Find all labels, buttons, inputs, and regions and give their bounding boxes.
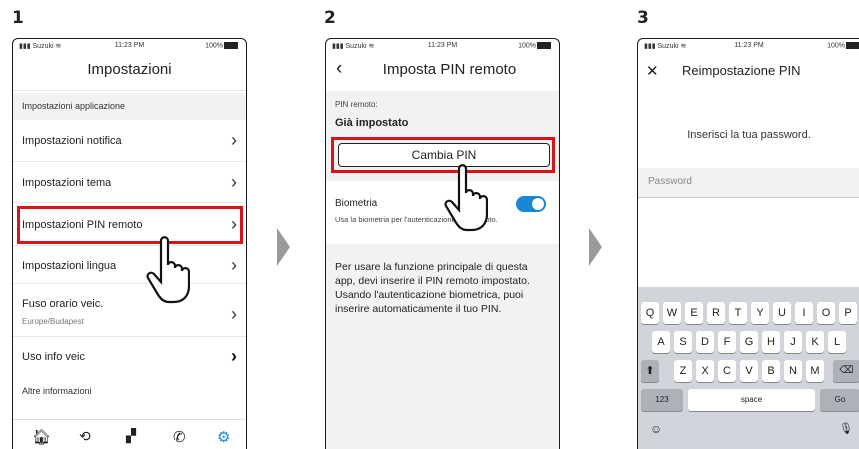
divider <box>13 245 246 246</box>
settings-item-theme[interactable]: Impostazioni tema › <box>13 172 246 192</box>
key-u[interactable]: U <box>773 302 791 324</box>
pin-label: PIN remoto: <box>335 100 378 109</box>
key-l[interactable]: L <box>828 331 846 353</box>
chevron-right-icon: › <box>231 172 237 192</box>
page-title: Imposta PIN remoto <box>382 61 517 78</box>
password-placeholder: Password <box>648 176 692 187</box>
key-c[interactable]: C <box>718 360 736 382</box>
biometry-label: Biometria <box>335 198 378 209</box>
keyboard: ⬆ ⌫ 123 space Go ☺ 🎙︎ QWERTYUIOP ASDFGHJK… <box>638 287 859 449</box>
page-title: Impostazioni <box>87 61 172 78</box>
phone-screen-settings: ▮▮▮ Suzuki ≋ 11:23 PM 100% Impostazioni … <box>12 38 247 449</box>
space-key[interactable]: space <box>688 389 815 411</box>
divider <box>13 202 246 203</box>
settings-item-notifications[interactable]: Impostazioni notifica › <box>13 130 246 150</box>
hand-pointer-icon <box>444 164 488 232</box>
gear-icon[interactable]: ⚙ <box>217 428 230 446</box>
page-title: Reimpostazione PIN <box>682 63 801 78</box>
key-b[interactable]: B <box>762 360 780 382</box>
battery-indicator: 100% <box>827 42 859 49</box>
key-e[interactable]: E <box>685 302 703 324</box>
divider <box>13 336 246 337</box>
numbers-key[interactable]: 123 <box>641 389 683 411</box>
settings-item-timezone[interactable]: Fuso orario veic. Europe/Budapest › <box>13 298 246 326</box>
biometry-description: Usa la biometria per l'autenticazione PI… <box>335 215 498 224</box>
close-icon[interactable]: ✕ <box>646 62 659 80</box>
phone-screen-remote-pin: ▮▮▮ Suzuki ≋ 11:23 PM 100% ‹ Imposta PIN… <box>325 38 560 449</box>
key-g[interactable]: G <box>740 331 758 353</box>
key-k[interactable]: K <box>806 331 824 353</box>
battery-icon <box>224 42 238 49</box>
divider <box>13 161 246 162</box>
key-m[interactable]: M <box>806 360 824 382</box>
key-a[interactable]: A <box>652 331 670 353</box>
battery-icon <box>537 42 551 49</box>
bottom-navigation: 🏠︎ ⟲ ▞ ✆ ⚙ <box>13 419 246 449</box>
next-step-arrow <box>277 228 290 266</box>
key-j[interactable]: J <box>784 331 802 353</box>
shift-key-icon[interactable]: ⬆ <box>641 360 659 382</box>
key-i[interactable]: I <box>795 302 813 324</box>
item-label: Impostazioni notifica <box>22 135 122 147</box>
key-v[interactable]: V <box>740 360 758 382</box>
item-label: Impostazioni tema <box>22 177 112 189</box>
divider <box>13 283 246 284</box>
step-number-3: 3 <box>637 8 649 28</box>
key-s[interactable]: S <box>674 331 692 353</box>
key-h[interactable]: H <box>762 331 780 353</box>
step-number-1: 1 <box>12 8 24 28</box>
key-n[interactable]: N <box>784 360 802 382</box>
chevron-right-icon: › <box>231 304 237 324</box>
divider <box>13 90 246 91</box>
clock: 11:23 PM <box>734 42 764 49</box>
item-label: Fuso orario veic. <box>22 298 104 310</box>
chevron-right-icon: › <box>231 255 237 275</box>
home-icon[interactable]: 🏠︎ <box>32 428 51 446</box>
key-y[interactable]: Y <box>751 302 769 324</box>
settings-item-vehicle-info[interactable]: Uso info veic › <box>13 346 246 366</box>
pin-status: Già impostato <box>335 117 409 129</box>
next-step-arrow <box>589 228 602 266</box>
key-f[interactable]: F <box>718 331 736 353</box>
status-bar: ▮▮▮ Suzuki ≋ 11:23 PM 100% <box>13 39 246 53</box>
key-x[interactable]: X <box>696 360 714 382</box>
key-t[interactable]: T <box>729 302 747 324</box>
biometry-toggle[interactable] <box>516 196 546 212</box>
phone-screen-pin-reset: ▮▮▮ Suzuki ≋ 11:23 PM 100% ✕ Reimpostazi… <box>637 38 859 449</box>
hand-pointer-icon <box>146 236 190 304</box>
item-label: Impostazioni lingua <box>22 260 117 272</box>
section-header-other: Altre informazioni <box>13 378 246 405</box>
settings-item-language[interactable]: Impostazioni lingua › <box>13 255 246 275</box>
key-z[interactable]: Z <box>674 360 692 382</box>
history-icon[interactable]: ⟲ <box>79 428 91 445</box>
chevron-right-icon: › <box>231 130 237 150</box>
emoji-icon[interactable]: ☺ <box>650 422 662 436</box>
info-text: Per usare la funzione principale di ques… <box>335 261 530 315</box>
battery-icon <box>846 42 859 49</box>
highlight-box <box>17 206 243 244</box>
battery-indicator: 100% <box>518 42 551 49</box>
section-header-app: Impostazioni applicazione <box>13 93 246 120</box>
microphone-icon[interactable]: 🎙︎ <box>839 422 853 435</box>
battery-indicator: 100% <box>205 42 238 49</box>
key-o[interactable]: O <box>817 302 835 324</box>
step-number-2: 2 <box>324 8 336 28</box>
phone-icon[interactable]: ✆ <box>173 428 186 446</box>
backspace-key-icon[interactable]: ⌫ <box>833 360 859 382</box>
timezone-value: Europe/Budapest <box>22 317 84 326</box>
status-bar: ▮▮▮ Suzuki ≋ 11:23 PM 100% <box>326 39 559 53</box>
key-r[interactable]: R <box>707 302 725 324</box>
map-icon[interactable]: ▞ <box>126 428 136 444</box>
key-w[interactable]: W <box>663 302 681 324</box>
info-panel: Per usare la funzione principale di ques… <box>326 244 559 449</box>
item-label: Uso info veic <box>22 351 85 363</box>
password-field[interactable]: Password <box>638 168 859 198</box>
go-key[interactable]: Go <box>820 389 859 411</box>
chevron-right-icon: › <box>231 346 237 366</box>
password-prompt: Inserisci la tua password. <box>687 129 811 141</box>
key-d[interactable]: D <box>696 331 714 353</box>
status-bar: ▮▮▮ Suzuki ≋ 11:23 PM 100% <box>638 39 859 53</box>
key-q[interactable]: Q <box>641 302 659 324</box>
key-p[interactable]: P <box>839 302 857 324</box>
